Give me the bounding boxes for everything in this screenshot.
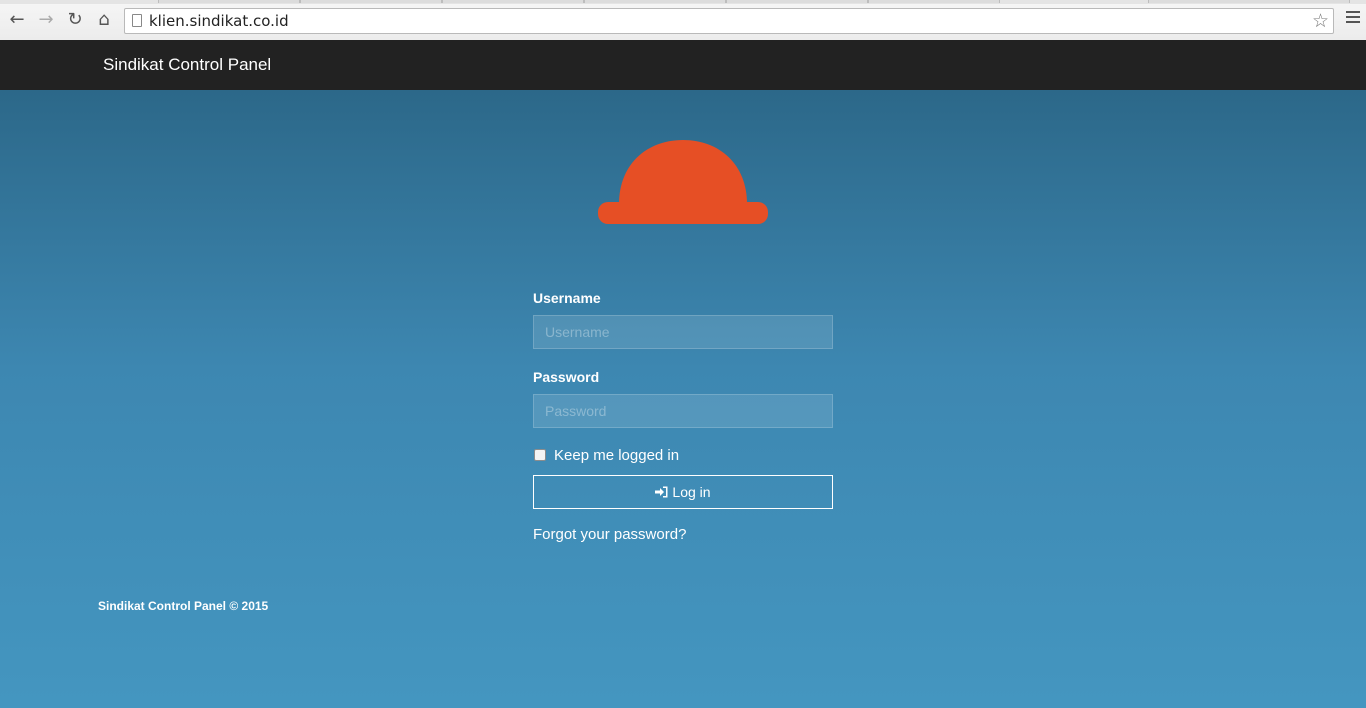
bookmark-star-icon[interactable]: ☆	[1312, 10, 1329, 32]
remember-checkbox[interactable]	[534, 449, 546, 461]
home-button[interactable]: ⌂	[93, 9, 115, 31]
back-button[interactable]: ←	[6, 9, 28, 31]
address-bar[interactable]: klien.sindikat.co.id ☆	[124, 8, 1334, 34]
site-navbar: Sindikat Control Panel	[0, 40, 1366, 90]
page-icon	[132, 14, 142, 27]
brand-title[interactable]: Sindikat Control Panel	[103, 55, 271, 75]
password-label: Password	[533, 369, 600, 385]
reload-icon: ↻	[67, 9, 83, 30]
username-input[interactable]	[533, 315, 833, 349]
sign-in-icon	[655, 486, 668, 498]
browser-toolbar: ← → ↻ ⌂ klien.sindikat.co.id ☆	[0, 0, 1366, 41]
back-arrow-icon: ←	[9, 9, 25, 30]
forward-arrow-icon: →	[38, 9, 54, 30]
login-button[interactable]: Log in	[533, 475, 833, 509]
forward-button[interactable]: →	[35, 9, 57, 31]
tab-strip	[0, 0, 1366, 4]
forgot-password-link[interactable]: Forgot your password?	[533, 526, 833, 543]
login-page: Username Password Keep me logged in Log …	[0, 90, 1366, 708]
login-form: Username Password Keep me logged in Log …	[533, 290, 833, 543]
url-text[interactable]: klien.sindikat.co.id	[149, 12, 289, 30]
hard-hat-logo	[598, 140, 768, 224]
password-input[interactable]	[533, 394, 833, 428]
home-icon: ⌂	[98, 9, 110, 30]
remember-label[interactable]: Keep me logged in	[554, 447, 679, 464]
reload-button[interactable]: ↻	[64, 9, 86, 31]
remember-row: Keep me logged in	[533, 445, 833, 465]
login-button-label: Log in	[672, 484, 711, 500]
browser-menu-icon[interactable]	[1346, 11, 1360, 25]
footer-copyright: Sindikat Control Panel © 2015	[98, 599, 269, 613]
username-label: Username	[533, 290, 601, 306]
